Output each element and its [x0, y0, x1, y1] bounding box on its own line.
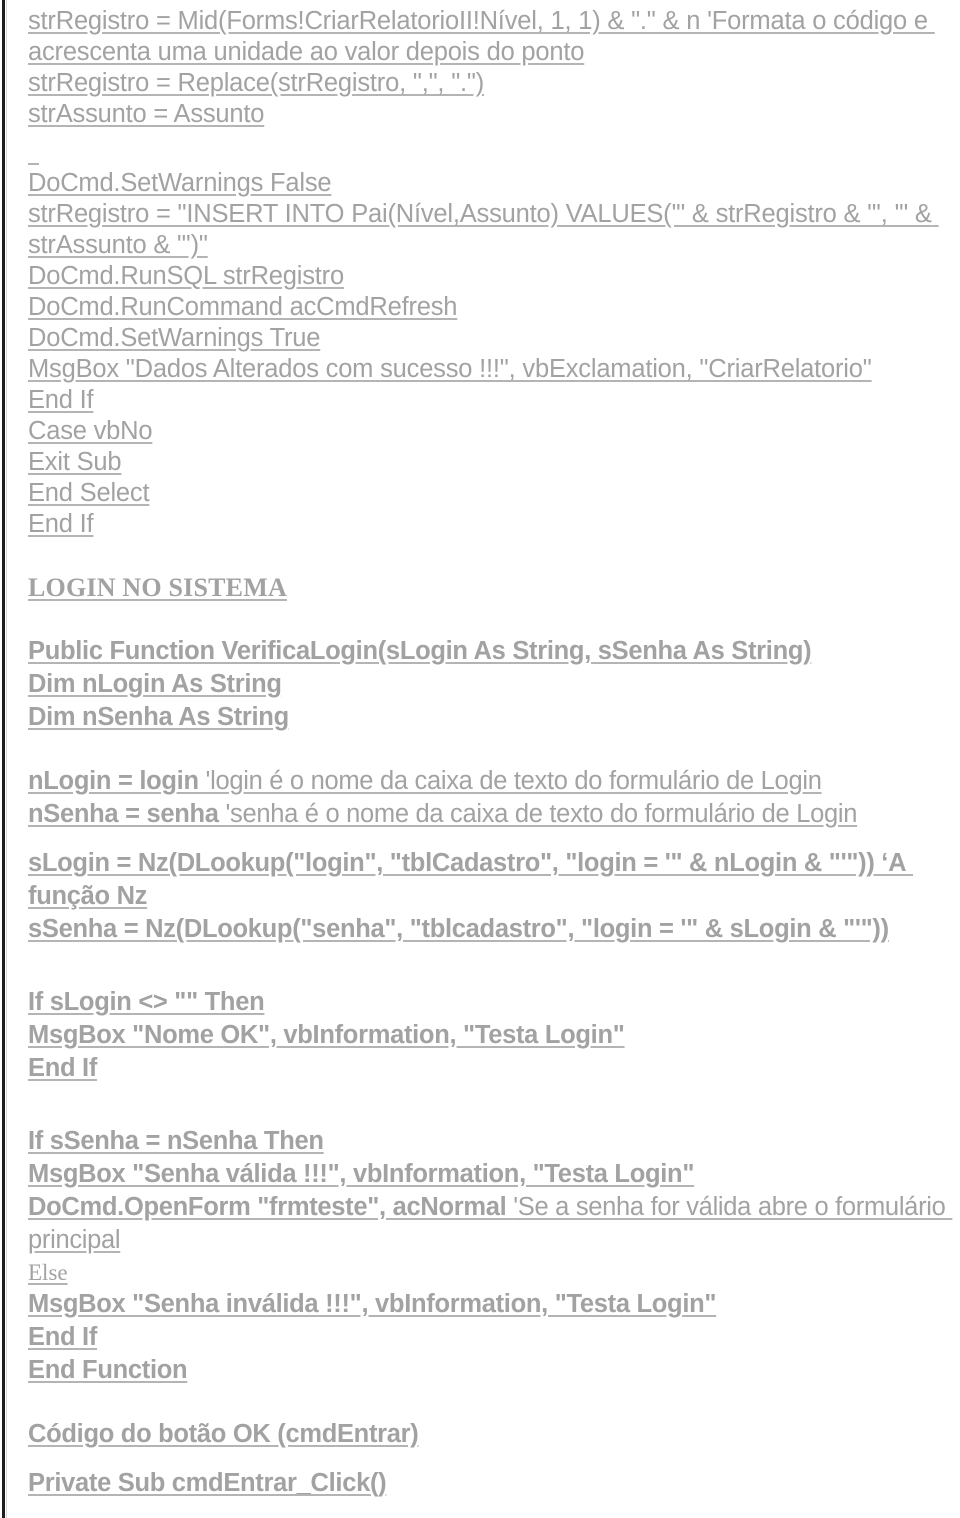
code-line-sub-signature: Private Sub cmdEntrar_Click() [28, 1469, 387, 1497]
code-fragment: nLogin = login [28, 767, 206, 795]
code-line-dlookup: sSenha = Nz(DLookup("senha", "tblcadastr… [28, 915, 889, 943]
code-fragment: nSenha = senha [28, 800, 226, 828]
code-line: End If [28, 386, 94, 414]
code-line: End If [28, 1323, 98, 1351]
code-line: End If [28, 1054, 98, 1082]
code-line: strRegistro = Replace(strRegistro, ",", … [28, 69, 485, 97]
code-comment: 'senha é o nome da caixa de texto do for… [225, 800, 858, 828]
code-line: Dim nLogin As String [28, 670, 282, 698]
code-line-assignment: nLogin = login 'login é o nome da caixa … [0, 765, 960, 798]
code-line: DoCmd.SetWarnings True [28, 324, 321, 352]
code-line: MsgBox "Dados Alterados com sucesso !!!"… [28, 355, 872, 383]
code-line: Dim nSenha As String [28, 703, 289, 731]
code-line: If sSenha = nSenha Then [28, 1127, 324, 1155]
code-line: End If [28, 510, 94, 538]
code-line: strRegistro = Mid(Forms!CriarRelatorioII… [28, 7, 935, 66]
blank-underlined-line [0, 146, 960, 168]
section-heading-login-no-sistema: LOGIN NO SISTEMA [28, 573, 287, 602]
code-line: End Select [28, 479, 150, 507]
underline-stub [28, 152, 39, 165]
code-line: If sLogin <> "" Then [28, 988, 265, 1016]
code-line: strAssunto = Assunto [28, 100, 265, 128]
code-line: MsgBox "Senha válida !!!", vbInformation… [28, 1160, 695, 1188]
code-line: DoCmd.SetWarnings False [28, 169, 332, 197]
code-line-dlookup: sLogin = Nz(DLookup("login", "tblCadastr… [28, 849, 913, 910]
code-line: Case vbNo [28, 417, 153, 445]
code-line-else-keyword: Else [28, 1260, 68, 1285]
code-line: MsgBox "Senha inválida !!!", vbInformati… [28, 1290, 717, 1318]
code-line: Exit Sub [28, 448, 122, 476]
section-heading-codigo-botao-ok: Código do botão OK (cmdEntrar) [28, 1420, 419, 1448]
code-line: DoCmd.RunSQL strRegistro [28, 262, 344, 290]
code-fragment: DoCmd.OpenForm "frmteste", acNormal [28, 1193, 514, 1221]
code-comment: 'login é o nome da caixa de texto do for… [205, 767, 822, 795]
code-line: End Function [28, 1356, 188, 1384]
code-line: DoCmd.RunCommand acCmdRefresh [28, 293, 458, 321]
code-line-openform: DoCmd.OpenForm "frmteste", acNormal 'Se … [0, 1191, 960, 1257]
code-line-function-signature: Public Function VerificaLogin(sLogin As … [28, 637, 812, 665]
code-line: strRegistro = "INSERT INTO Pai(Nível,Ass… [28, 200, 939, 259]
code-line: MsgBox "Nome OK", vbInformation, "Testa … [28, 1021, 625, 1049]
document-body: strRegistro = Mid(Forms!CriarRelatorioII… [0, 0, 960, 1500]
code-line-assignment: nSenha = senha 'senha é o nome da caixa … [0, 798, 960, 831]
